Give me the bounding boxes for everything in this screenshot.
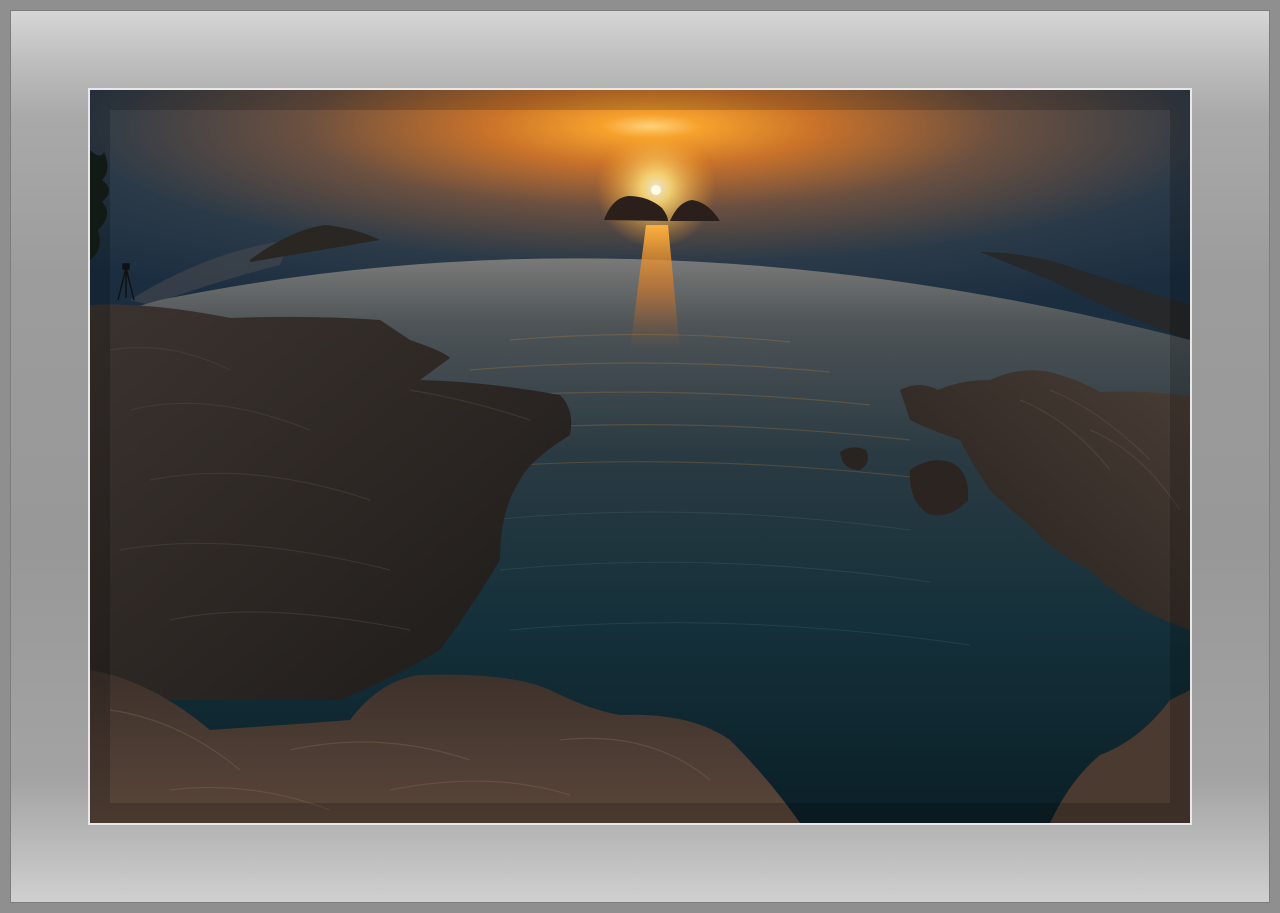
sunset-photo bbox=[88, 88, 1192, 825]
frame-mat bbox=[10, 10, 1270, 903]
photo-scene bbox=[90, 90, 1190, 823]
picture-frame bbox=[0, 0, 1280, 913]
sun bbox=[651, 185, 661, 195]
